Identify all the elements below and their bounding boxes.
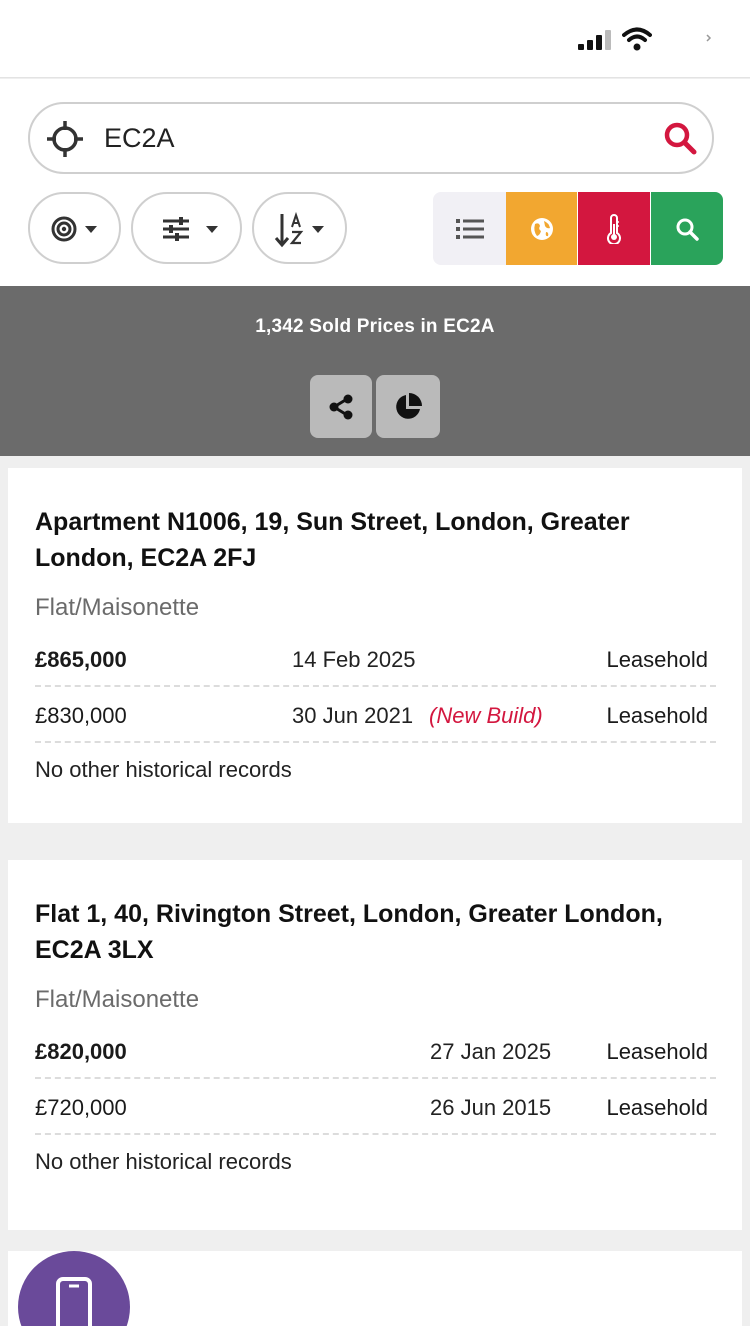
search-view-button[interactable]	[651, 192, 723, 265]
property-type: Flat/Maisonette	[35, 594, 200, 621]
statistics-button[interactable]	[376, 375, 440, 438]
status-bar	[0, 0, 750, 78]
tenure: Leasehold	[606, 703, 708, 728]
sale-date: 27 Jan 2025	[430, 1039, 552, 1064]
sale-record-row: £820,000 27 Jan 2025 Leasehold	[35, 1023, 716, 1079]
listing-card[interactable]: Apartment N1006, 19, Sun Street, London,…	[8, 468, 742, 823]
sale-record-row: £830,000 30 Jun 2021 (New Build) Leaseho…	[35, 687, 716, 743]
mobile-phone-icon	[56, 1277, 92, 1326]
share-icon	[329, 394, 353, 419]
property-type: Flat/Maisonette	[35, 986, 200, 1013]
cellular-signal-icon	[578, 30, 611, 50]
list-icon	[455, 218, 484, 239]
tenure: Leasehold	[606, 647, 708, 672]
thermometer-icon	[607, 213, 621, 244]
sale-price: £820,000	[35, 1039, 127, 1064]
results-count-title: 1,342 Sold Prices in EC2A	[255, 316, 495, 337]
crosshair-locate-icon[interactable]	[46, 120, 84, 158]
search-icon	[676, 218, 699, 241]
sale-price: £865,000	[35, 647, 127, 672]
pie-chart-icon	[396, 392, 422, 419]
history-note: No other historical records	[35, 1149, 292, 1174]
sale-record-row: £720,000 26 Jun 2015 Leasehold	[35, 1079, 716, 1135]
results-header: 1,342 Sold Prices in EC2A	[0, 286, 750, 456]
sale-record-row: £865,000 14 Feb 2025 Leasehold	[35, 631, 716, 687]
view-toggle-group	[433, 192, 723, 265]
sale-price: £830,000	[35, 703, 127, 728]
search-input[interactable]	[104, 118, 644, 158]
battery-icon	[706, 34, 712, 42]
listing-card[interactable]: Flat 1, 40, Rivington Street, London, Gr…	[8, 860, 742, 1230]
heatmap-view-button[interactable]	[578, 192, 650, 265]
sale-price: £720,000	[35, 1095, 127, 1120]
search-submit-button[interactable]	[662, 120, 698, 156]
globe-icon	[530, 217, 553, 240]
sort-dropdown-button[interactable]	[252, 192, 347, 264]
share-button[interactable]	[310, 375, 372, 438]
sliders-icon	[163, 217, 218, 241]
radius-icon	[51, 216, 97, 242]
history-note: No other historical records	[35, 757, 292, 782]
sort-az-icon	[274, 211, 324, 248]
search-box	[28, 102, 714, 174]
search-icon	[664, 122, 697, 155]
filter-dropdown-button[interactable]	[131, 192, 242, 264]
radius-dropdown-button[interactable]	[28, 192, 121, 264]
map-view-button[interactable]	[506, 192, 577, 265]
listing-address: Flat 1, 40, Rivington Street, London, Gr…	[35, 900, 663, 964]
sale-date: 26 Jun 2015	[430, 1095, 552, 1120]
sale-date: 14 Feb 2025	[292, 647, 416, 672]
tenure: Leasehold	[606, 1095, 708, 1120]
tenure: Leasehold	[606, 1039, 708, 1064]
new-build-label: (New Build)	[429, 703, 543, 728]
wifi-icon	[622, 27, 652, 51]
list-view-button[interactable]	[433, 192, 506, 265]
sale-date: 30 Jun 2021	[292, 703, 414, 728]
listing-address: Apartment N1006, 19, Sun Street, London,…	[35, 508, 630, 572]
search-area	[0, 79, 750, 286]
